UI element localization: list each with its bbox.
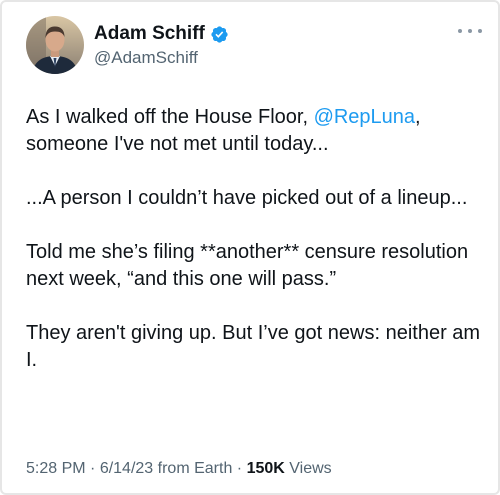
tweet-time[interactable]: 5:28 PM xyxy=(26,460,86,477)
tweet-text-segment: , xyxy=(415,106,421,128)
tweet-text: As I walked off the House Floor, @RepLun… xyxy=(26,104,486,401)
mention-link[interactable]: @RepLuna xyxy=(314,106,415,128)
author-names: Adam Schiff @AdamSchiff xyxy=(94,22,229,68)
dot-icon xyxy=(468,29,472,33)
verified-badge-icon xyxy=(210,25,229,44)
dot-icon xyxy=(458,29,462,33)
meta-separator: · xyxy=(232,460,247,477)
views-label: Views xyxy=(284,460,332,477)
dot-icon xyxy=(478,29,482,33)
tweet-source: from Earth xyxy=(153,460,233,477)
author-handle[interactable]: @AdamSchiff xyxy=(94,48,229,68)
tweet-paragraph-4: They aren't giving up. But I’ve got news… xyxy=(26,322,481,371)
tweet-header: Adam Schiff @AdamSchiff xyxy=(26,16,229,74)
tweet-paragraph-1: As I walked off the House Floor, @RepLun… xyxy=(26,104,486,158)
tweet-text-segment: As I walked off the House Floor, xyxy=(26,106,314,128)
tweet-date[interactable]: 6/14/23 xyxy=(100,460,153,477)
tweet-metadata: 5:28 PM · 6/14/23 from Earth · 150K View… xyxy=(26,460,332,478)
name-row: Adam Schiff xyxy=(94,22,229,46)
tweet-paragraph-3: Told me she’s filing **another** censure… xyxy=(26,241,469,290)
meta-separator: · xyxy=(85,460,100,477)
avatar[interactable] xyxy=(26,16,84,74)
tweet-card: Adam Schiff @AdamSchiff As I walked off … xyxy=(0,0,500,495)
tweet-paragraph-2: ...A person I couldn’t have picked out o… xyxy=(26,187,468,209)
more-options-icon[interactable] xyxy=(458,24,482,38)
avatar-photo xyxy=(26,16,84,74)
tweet-text-segment: someone I've not met until today... xyxy=(26,133,329,155)
display-name[interactable]: Adam Schiff xyxy=(94,23,205,45)
views-count[interactable]: 150K xyxy=(247,460,285,477)
